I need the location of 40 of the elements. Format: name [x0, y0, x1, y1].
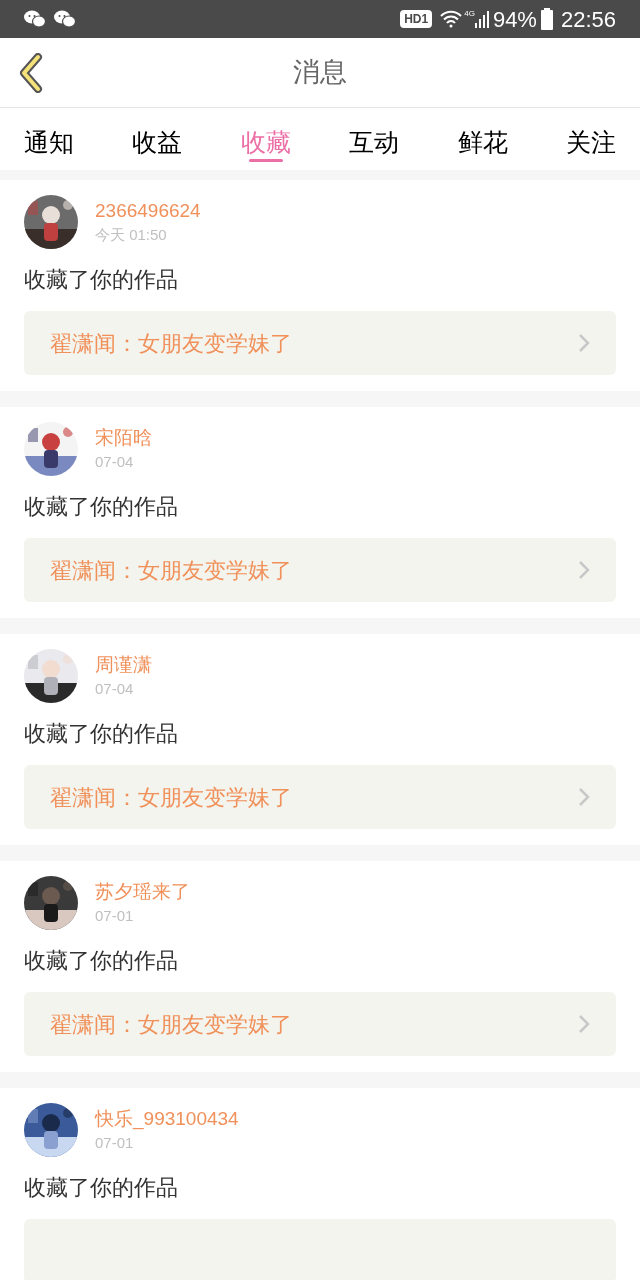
work-link[interactable]: 翟潇闻：女朋友变学妹了 [24, 992, 616, 1056]
page-title: 消息 [293, 56, 347, 90]
message-text: 收藏了你的作品 [24, 266, 179, 294]
work-link[interactable]: 翟潇闻：女朋友变学妹了 [24, 538, 616, 602]
user-name[interactable]: 苏夕瑶来了 [95, 879, 190, 905]
user-name[interactable]: 宋陌晗 [95, 425, 152, 451]
message-text: 收藏了你的作品 [24, 947, 179, 975]
tab[interactable]: 收益 [132, 108, 183, 170]
work-link[interactable]: 翟潇闻：女朋友变学妹了 [24, 311, 616, 375]
battery-percent: 94% [492, 5, 537, 34]
message-text: 收藏了你的作品 [24, 493, 179, 521]
tab[interactable]: 通知 [24, 108, 74, 170]
message-time: 07-04 [95, 679, 135, 699]
message-text: 收藏了你的作品 [24, 1174, 179, 1202]
clock: 22:56 [560, 5, 616, 34]
hd-badge: HD1 [400, 10, 433, 28]
message-time: 今天 01:50 [95, 225, 168, 245]
chevron-right-icon [578, 787, 590, 807]
tab[interactable]: 收藏 [240, 108, 291, 170]
chevron-right-icon [578, 560, 590, 580]
user-name[interactable]: 快乐_993100434 [95, 1106, 239, 1132]
user-name[interactable]: 2366496624 [95, 198, 201, 224]
tab[interactable]: 关注 [565, 108, 616, 170]
chat-bubbles-icon [24, 10, 46, 28]
message-time: 07-01 [95, 906, 135, 926]
tab[interactable]: 互动 [349, 108, 400, 170]
network-label: 4G [464, 8, 475, 20]
message-text: 收藏了你的作品 [24, 720, 179, 748]
message-time: 07-01 [95, 1133, 135, 1153]
chat-bubbles-icon [54, 10, 76, 28]
chevron-right-icon [578, 333, 590, 353]
back-chevron-icon [18, 52, 44, 93]
work-link[interactable]: 翟潇闻：女朋友变学妹了 [24, 765, 616, 829]
wifi-icon [440, 10, 463, 28]
chevron-right-icon [578, 1014, 590, 1034]
signal-icon [474, 10, 489, 28]
tab[interactable]: 鲜花 [457, 108, 508, 170]
message-time: 07-04 [95, 452, 135, 472]
user-name[interactable]: 周谨潇 [95, 652, 152, 678]
battery-icon [540, 8, 553, 30]
